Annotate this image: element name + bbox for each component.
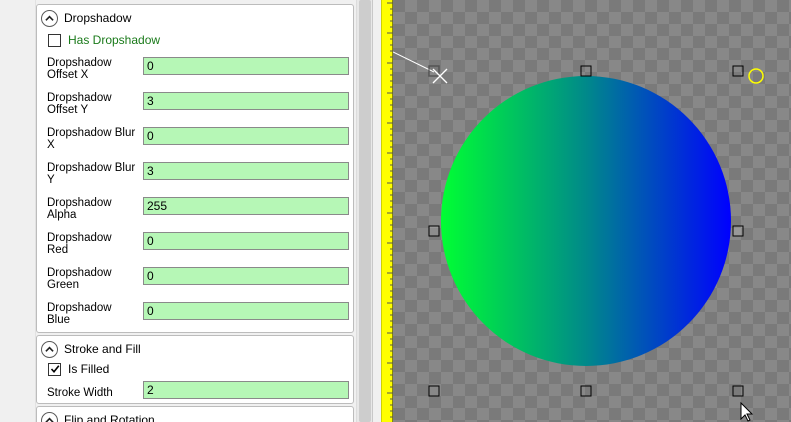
panel-left-gutter xyxy=(0,0,36,422)
green-label: Dropshadow Green xyxy=(47,267,112,291)
properties-panel: Dropshadow Has Dropshadow Dropshadow Offs… xyxy=(0,0,372,422)
blur-x-label: Dropshadow Blur X xyxy=(47,127,136,151)
stroke-fill-header[interactable]: Stroke and Fill xyxy=(41,340,141,358)
blur-y-label: Dropshadow Blur Y xyxy=(47,162,136,186)
offset-y-input[interactable] xyxy=(143,92,349,110)
flip-rotation-title: Flip and Rotation xyxy=(64,413,155,422)
canvas-overlay[interactable] xyxy=(393,0,791,422)
stroke-width-input[interactable] xyxy=(143,381,349,399)
flip-rotation-section: Flip and Rotation xyxy=(36,406,354,422)
selection-handle-top[interactable] xyxy=(580,65,592,77)
flip-rotation-header[interactable]: Flip and Rotation xyxy=(41,411,155,422)
alpha-label: Dropshadow Alpha xyxy=(47,197,112,221)
blue-label: Dropshadow Blue xyxy=(47,302,112,326)
stroke-fill-section: Stroke and Fill Is Filled Stroke Width xyxy=(36,335,354,404)
selection-handle-bottom[interactable] xyxy=(580,385,592,397)
collapse-chevron-up-icon[interactable] xyxy=(41,411,58,422)
offset-x-label: Dropshadow Offset X xyxy=(47,57,112,81)
checkmark-icon xyxy=(50,365,59,374)
selection-handle-top-right[interactable] xyxy=(732,65,744,77)
blue-input[interactable] xyxy=(143,302,349,320)
is-filled-checkbox[interactable] xyxy=(48,362,61,376)
red-label: Dropshadow Red xyxy=(47,232,112,256)
selection-handle-bottom-left[interactable] xyxy=(428,385,440,397)
selection-handle-top-left[interactable] xyxy=(428,65,440,77)
red-input[interactable] xyxy=(143,232,349,250)
mouse-cursor-icon xyxy=(740,401,754,422)
blur-x-input[interactable] xyxy=(143,127,349,145)
has-dropshadow-row[interactable]: Has Dropshadow xyxy=(48,32,160,48)
properties-scrollbar[interactable] xyxy=(356,0,372,422)
green-input[interactable] xyxy=(143,267,349,285)
selection-handle-bottom-right[interactable] xyxy=(732,385,744,397)
selection-handle-right[interactable] xyxy=(732,225,744,237)
has-dropshadow-label: Has Dropshadow xyxy=(68,33,161,47)
selection-handle-left[interactable] xyxy=(428,225,440,237)
panel-splitter[interactable] xyxy=(372,0,381,422)
dropshadow-header[interactable]: Dropshadow xyxy=(41,9,131,27)
has-dropshadow-checkbox[interactable] xyxy=(48,33,61,47)
drawing-canvas[interactable] xyxy=(393,0,791,422)
offset-y-label: Dropshadow Offset Y xyxy=(47,92,112,116)
pointer-line xyxy=(393,51,435,73)
dropshadow-section: Dropshadow Has Dropshadow Dropshadow Offs… xyxy=(36,4,354,333)
collapse-chevron-up-icon[interactable] xyxy=(41,340,58,358)
vertical-ruler xyxy=(381,0,394,422)
is-filled-row[interactable]: Is Filled xyxy=(48,361,109,377)
stroke-fill-title: Stroke and Fill xyxy=(64,342,141,356)
dropshadow-title: Dropshadow xyxy=(64,11,132,25)
collapse-chevron-up-icon[interactable] xyxy=(41,9,58,27)
blur-y-input[interactable] xyxy=(143,162,349,180)
is-filled-label: Is Filled xyxy=(68,362,110,376)
scrollbar-thumb[interactable] xyxy=(359,0,371,422)
stroke-width-label: Stroke Width xyxy=(47,387,113,399)
alpha-input[interactable] xyxy=(143,197,349,215)
offset-x-input[interactable] xyxy=(143,57,349,75)
rotation-handle-icon[interactable] xyxy=(748,68,764,84)
gradient-circle-shape[interactable] xyxy=(441,76,731,366)
